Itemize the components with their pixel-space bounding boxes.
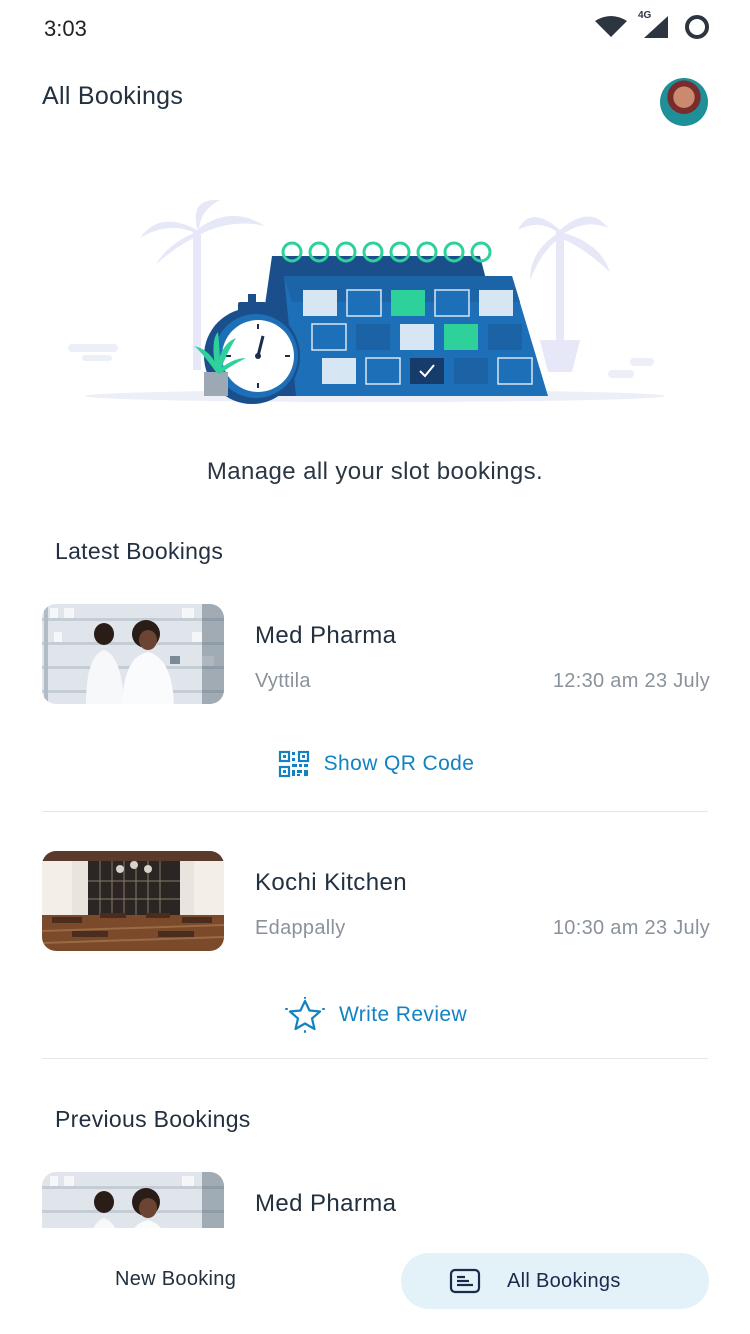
booking-divider [42, 1058, 708, 1059]
booking-name: Med Pharma [255, 622, 397, 649]
calendar-illustration [68, 199, 665, 404]
avatar[interactable] [660, 78, 708, 126]
write-review-label: Write Review [338, 1003, 468, 1026]
latest-bookings-title: Latest Bookings [55, 538, 224, 564]
previous-bookings-title: Previous Bookings [55, 1106, 251, 1132]
booking-card-kochi-kitchen[interactable]: Kochi Kitchen Edappally 10:30 am 23 July… [42, 851, 710, 1051]
nav-all-bookings[interactable]: All Bookings [401, 1253, 709, 1309]
bottom-nav: New Booking All Bookings [0, 1228, 750, 1334]
show-qr-code-label: Show QR Code [323, 752, 475, 775]
nav-new-booking[interactable]: New Booking [115, 1268, 236, 1291]
status-bar: 3:03 4G [0, 0, 750, 56]
booking-thumbnail-pharmacy [42, 1172, 224, 1228]
list-icon [449, 1268, 481, 1294]
previous-booking-card-med-pharma[interactable]: Med Pharma [42, 1172, 710, 1228]
star-icon [284, 997, 325, 1033]
booking-location: Vyttila [255, 670, 311, 692]
wifi-icon [595, 16, 627, 37]
network-type-label: 4G [638, 10, 652, 21]
booking-time: 12:30 am 23 July [552, 670, 710, 692]
status-time: 3:03 [44, 16, 87, 41]
booking-card-med-pharma[interactable]: Med Pharma Vyttila 12:30 am 23 July Show… [42, 604, 710, 804]
booking-name: Med Pharma [255, 1190, 397, 1217]
battery-ring-icon [685, 15, 709, 39]
hero-tagline: Manage all your slot bookings. [206, 458, 544, 485]
qr-code-icon [278, 750, 309, 778]
app-header: All Bookings [0, 70, 750, 126]
page-title: All Bookings [42, 82, 184, 110]
booking-location: Edappally [255, 917, 346, 939]
show-qr-code-button[interactable]: Show QR Code [42, 750, 710, 778]
booking-name: Kochi Kitchen [255, 869, 407, 896]
booking-thumbnail-restaurant [42, 851, 224, 951]
nav-all-bookings-label: All Bookings [507, 1269, 621, 1292]
signal-icon: 4G [638, 10, 670, 40]
booking-thumbnail-pharmacy [42, 604, 224, 704]
status-icons: 4G [594, 10, 710, 40]
write-review-button[interactable]: Write Review [42, 997, 710, 1033]
hero-illustration [60, 190, 690, 410]
booking-divider [42, 811, 708, 812]
booking-time: 10:30 am 23 July [552, 917, 710, 939]
